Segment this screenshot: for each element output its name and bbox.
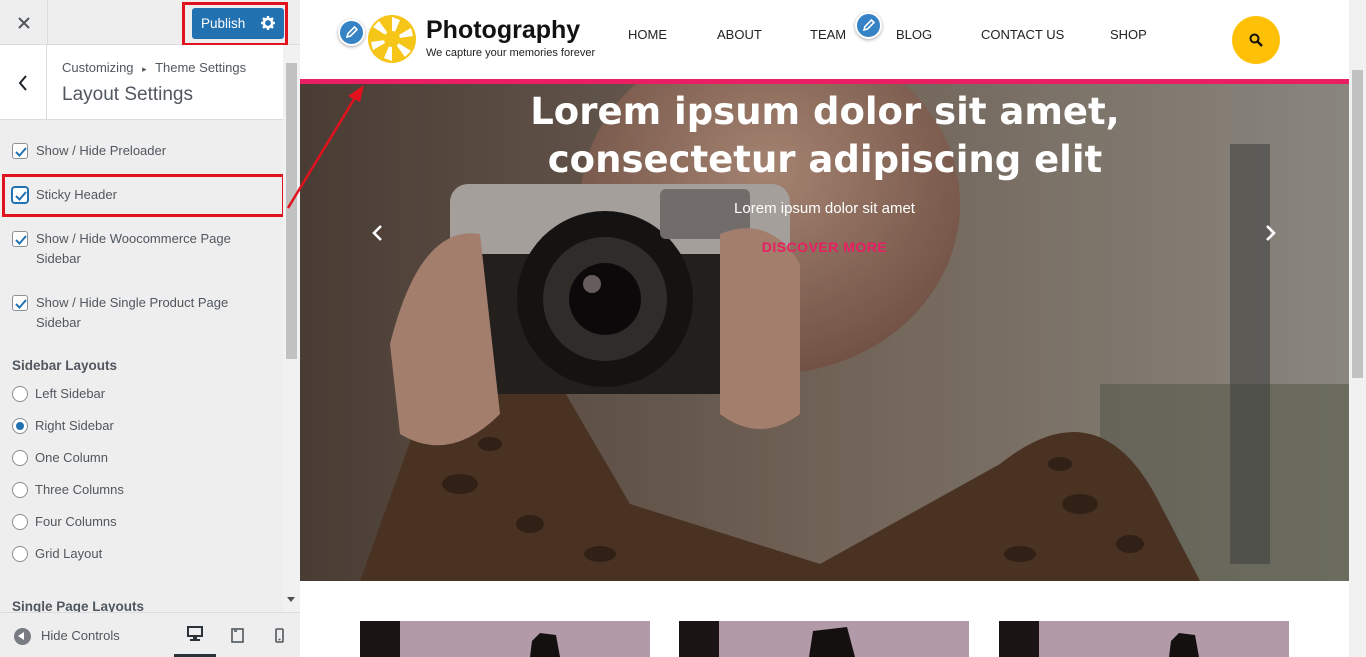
sidebar-layouts-heading: Sidebar Layouts xyxy=(12,358,118,373)
single-product-sidebar-checkbox[interactable] xyxy=(12,295,28,311)
single-product-sidebar-label-line2: Sidebar xyxy=(36,315,81,330)
radio-label: Right Sidebar xyxy=(35,418,114,433)
hide-controls-button[interactable]: Hide Controls xyxy=(41,628,120,643)
slider-next-chevron-icon[interactable] xyxy=(1262,224,1278,242)
woocommerce-sidebar-label-line1: Show / Hide Woocommerce Page xyxy=(36,231,231,246)
sticky-header-highlight-box xyxy=(2,174,285,217)
woocommerce-sidebar-checkbox[interactable] xyxy=(12,231,28,247)
desktop-icon xyxy=(187,626,203,641)
discover-more-button[interactable]: DISCOVER MORE xyxy=(300,239,1349,255)
card-image xyxy=(999,621,1289,657)
single-product-sidebar-label-line1: Show / Hide Single Product Page xyxy=(36,295,229,310)
gallery-card[interactable] xyxy=(679,621,969,657)
breadcrumb-separator-icon: ▸ xyxy=(142,64,147,74)
collapse-icon[interactable] xyxy=(14,628,31,645)
close-customizer-button[interactable] xyxy=(0,0,48,45)
preview-scrollbar[interactable] xyxy=(1349,0,1366,657)
radio-button[interactable] xyxy=(12,514,28,530)
sidebar-scroll-thumb[interactable] xyxy=(286,63,297,359)
nav-shop[interactable]: SHOP xyxy=(1110,27,1147,42)
card-image xyxy=(679,621,969,657)
edit-shortcut-logo-pencil-icon[interactable] xyxy=(338,19,365,46)
customizer-footer: Hide Controls xyxy=(0,612,300,657)
radio-button[interactable] xyxy=(12,386,28,402)
publish-highlight-box xyxy=(182,2,288,46)
site-title[interactable]: Photography xyxy=(426,16,580,45)
radio-button-selected[interactable] xyxy=(12,418,28,434)
nav-home[interactable]: HOME xyxy=(628,27,667,42)
back-button[interactable] xyxy=(0,45,47,120)
breadcrumb-root: Customizing xyxy=(62,60,134,75)
nav-contact-us[interactable]: CONTACT US xyxy=(981,27,1064,42)
nav-about[interactable]: ABOUT xyxy=(717,27,762,42)
preloader-label: Show / Hide Preloader xyxy=(36,143,167,158)
radio-label: Left Sidebar xyxy=(35,386,106,401)
customizer-sidebar: Publish Customizing ▸ Theme Settings Lay… xyxy=(0,0,300,657)
preview-tablet-button[interactable] xyxy=(216,613,258,657)
scroll-down-arrow-icon[interactable] xyxy=(287,597,295,602)
radio-label: Grid Layout xyxy=(35,546,103,561)
preview-mobile-button[interactable] xyxy=(258,613,300,657)
site-header: Photography We capture your memories for… xyxy=(300,0,1349,79)
preview-desktop-button[interactable] xyxy=(174,613,216,657)
section-title: Layout Settings xyxy=(62,84,193,105)
hero-subtitle: Lorem ipsum dolor sit amet xyxy=(734,200,915,217)
nav-blog[interactable]: BLOG xyxy=(896,27,932,42)
hero-slider: Lorem ipsum dolor sit amet, consectetur … xyxy=(300,84,1349,581)
edit-shortcut-menu-pencil-icon[interactable] xyxy=(855,12,882,39)
radio-label: Four Columns xyxy=(35,514,117,529)
hero-title-line2: consectetur adipiscing elit xyxy=(547,138,1103,181)
mobile-icon xyxy=(274,628,284,643)
site-tagline: We capture your memories forever xyxy=(426,47,596,59)
search-icon xyxy=(1249,33,1263,47)
gallery-card[interactable] xyxy=(999,621,1289,657)
checkmark-icon xyxy=(15,147,27,157)
single-page-layouts-heading: Single Page Layouts xyxy=(12,599,145,612)
sidebar-scrollbar[interactable] xyxy=(283,45,300,612)
chevron-left-icon xyxy=(18,74,27,91)
preview-scroll-thumb[interactable] xyxy=(1352,70,1363,378)
radio-button[interactable] xyxy=(12,546,28,562)
breadcrumb-parent: Theme Settings xyxy=(155,60,247,75)
gallery-card[interactable] xyxy=(360,621,650,657)
checkmark-icon xyxy=(15,299,27,309)
section-header: Customizing ▸ Theme Settings Layout Sett… xyxy=(0,45,283,120)
preloader-checkbox[interactable] xyxy=(12,143,28,159)
woocommerce-sidebar-label-line2: Sidebar xyxy=(36,251,81,266)
site-preview: Photography We capture your memories for… xyxy=(300,0,1366,657)
radio-label: One Column xyxy=(35,450,108,465)
radio-label: Three Columns xyxy=(35,482,124,497)
breadcrumb: Customizing ▸ Theme Settings xyxy=(62,60,246,75)
hero-title: Lorem ipsum dolor sit amet, consectetur … xyxy=(475,88,1175,184)
radio-button[interactable] xyxy=(12,450,28,466)
radio-button[interactable] xyxy=(12,482,28,498)
checkmark-icon xyxy=(15,235,27,245)
close-icon xyxy=(17,16,30,29)
aperture-logo-icon[interactable] xyxy=(367,14,417,64)
search-button[interactable] xyxy=(1232,16,1280,64)
hero-title-line1: Lorem ipsum dolor sit amet, xyxy=(530,90,1120,133)
nav-team[interactable]: TEAM xyxy=(810,27,846,42)
tablet-icon xyxy=(230,628,244,643)
slider-prev-chevron-icon[interactable] xyxy=(370,224,386,242)
card-image xyxy=(360,621,650,657)
